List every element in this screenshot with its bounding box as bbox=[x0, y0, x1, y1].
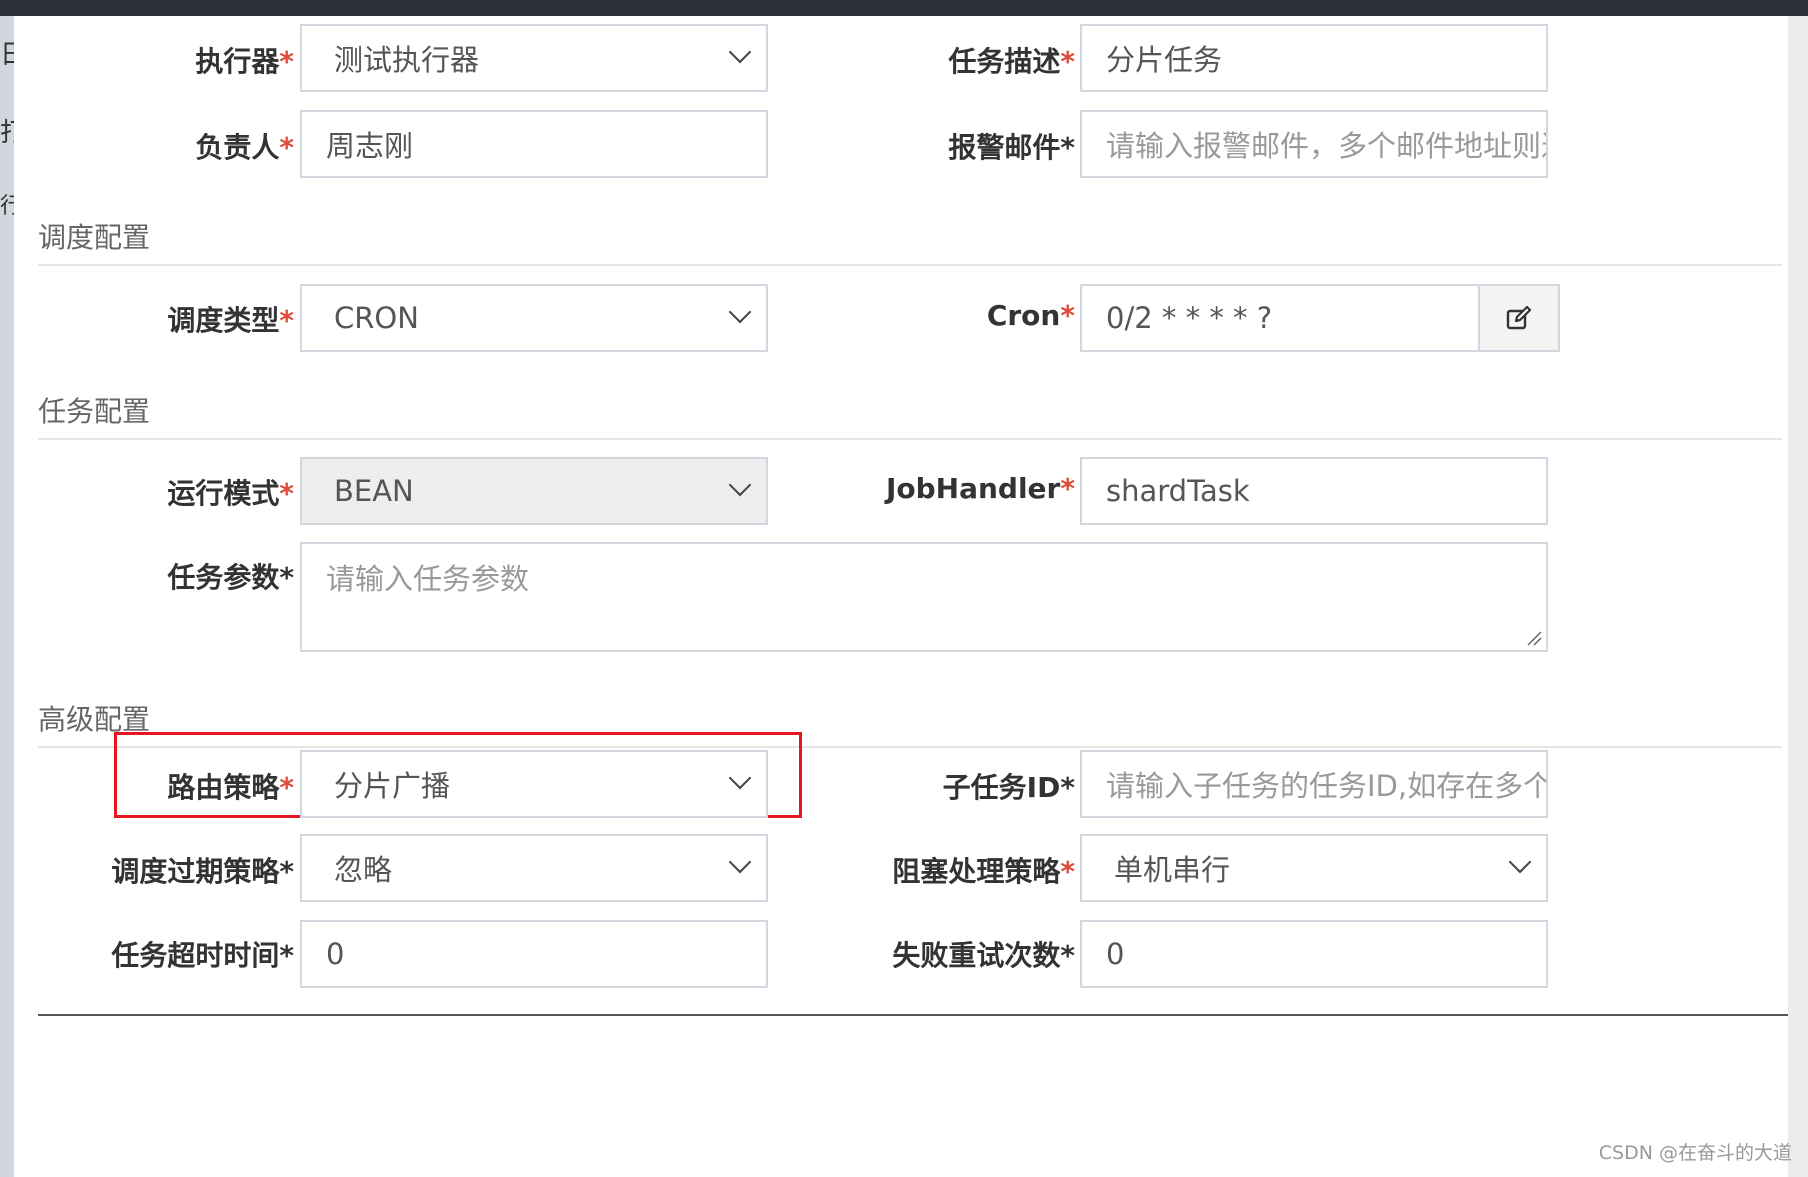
job-edit-modal: 执行器* 测试执行器 任务描述* 分片任务 负责人* 周志刚 报警邮件* 请输入… bbox=[14, 16, 1788, 1177]
background-text-fragment: 行 bbox=[0, 194, 14, 219]
section-divider bbox=[38, 264, 1782, 266]
section-job-title: 任务配置 bbox=[38, 395, 151, 428]
schedule-type-select[interactable]: CRON bbox=[300, 284, 768, 352]
child-job-id-label: 子任务ID* bbox=[942, 771, 1075, 804]
job-desc-input[interactable]: 分片任务 bbox=[1080, 24, 1548, 92]
job-desc-label: 任务描述* bbox=[948, 45, 1075, 78]
schedule-type-label: 调度类型* bbox=[167, 304, 294, 337]
background-text-fragment: 打 bbox=[0, 118, 14, 148]
chevron-down-icon bbox=[1486, 836, 1546, 900]
job-param-label: 任务参数* bbox=[167, 561, 294, 594]
background-page-strip: 日 打 行 bbox=[0, 16, 14, 1177]
executor-select[interactable]: 测试执行器 bbox=[300, 24, 768, 92]
run-mode-label: 运行模式* bbox=[167, 477, 294, 510]
chevron-down-icon bbox=[706, 752, 766, 816]
misfire-strategy-select[interactable]: 忽略 bbox=[300, 834, 768, 902]
chevron-down-icon bbox=[706, 26, 766, 90]
background-text-fragment: 日 bbox=[0, 40, 14, 70]
section-divider bbox=[38, 438, 1782, 440]
section-schedule-title: 调度配置 bbox=[38, 221, 151, 254]
resize-grip-icon[interactable] bbox=[1526, 630, 1542, 646]
child-job-id-input[interactable]: 请输入子任务的任务ID,如存在多个则逗号 bbox=[1080, 750, 1548, 818]
scroll-gutter bbox=[1788, 16, 1808, 1177]
run-mode-select[interactable]: BEAN bbox=[300, 457, 768, 525]
watermark: CSDN @在奋斗的大道 bbox=[1598, 1142, 1792, 1164]
block-strategy-select[interactable]: 单机串行 bbox=[1080, 834, 1548, 902]
alarm-email-label: 报警邮件* bbox=[948, 131, 1075, 164]
job-handler-label: JobHandler* bbox=[885, 472, 1075, 505]
timeout-label: 任务超时时间* bbox=[111, 939, 294, 972]
cron-label: Cron* bbox=[986, 299, 1075, 332]
author-input[interactable]: 周志刚 bbox=[300, 110, 768, 178]
timeout-input[interactable]: 0 bbox=[300, 920, 768, 988]
executor-selected-value: 测试执行器 bbox=[334, 43, 480, 77]
author-label: 负责人* bbox=[195, 131, 294, 164]
route-strategy-select[interactable]: 分片广播 bbox=[300, 750, 768, 818]
alarm-email-input[interactable]: 请输入报警邮件，多个邮件地址则逗号分 bbox=[1080, 110, 1548, 178]
chevron-down-icon bbox=[706, 836, 766, 900]
misfire-strategy-label: 调度过期策略* bbox=[111, 855, 294, 888]
fail-retry-input[interactable]: 0 bbox=[1080, 920, 1548, 988]
route-strategy-label: 路由策略* bbox=[167, 771, 294, 804]
fail-retry-label: 失败重试次数* bbox=[892, 939, 1075, 972]
chevron-down-icon bbox=[706, 286, 766, 350]
executor-label: 执行器* bbox=[195, 45, 294, 78]
cron-input[interactable]: 0/2 * * * * ? bbox=[1080, 284, 1480, 352]
job-param-textarea[interactable]: 请输入任务参数 bbox=[300, 542, 1548, 652]
chevron-down-icon bbox=[706, 459, 766, 523]
window-top-bar bbox=[0, 0, 1808, 16]
cron-edit-button[interactable] bbox=[1480, 284, 1560, 352]
block-strategy-label: 阻塞处理策略* bbox=[892, 855, 1075, 888]
edit-icon bbox=[1506, 305, 1532, 330]
modal-footer-divider bbox=[38, 1014, 1788, 1016]
job-handler-input[interactable]: shardTask bbox=[1080, 457, 1548, 525]
